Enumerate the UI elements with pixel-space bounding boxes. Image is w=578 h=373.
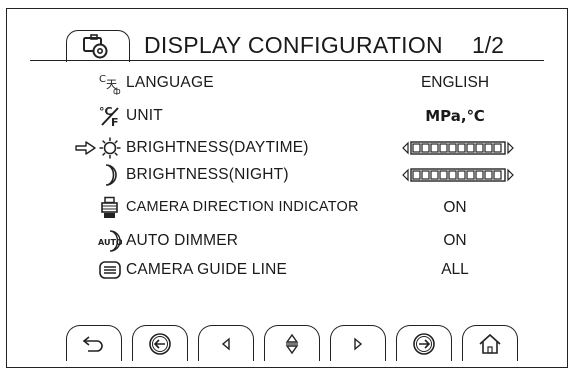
menu-row-brightness-night[interactable]: BRIGHTNESS(NIGHT): [0, 163, 578, 189]
guide-line-icon: [99, 261, 121, 279]
menu-row-camera-guide-line[interactable]: CAMERA GUIDE LINE ALL: [0, 258, 578, 284]
slider-segment: [412, 143, 421, 153]
title-rule: [30, 60, 544, 61]
menu-label: CAMERA GUIDE LINE: [126, 261, 288, 278]
menu-row-camera-direction-indicator[interactable]: CAMERA DIRECTION INDICATOR ON: [0, 196, 578, 222]
slider-segment: [475, 143, 484, 153]
slider-segment: [484, 143, 493, 153]
language-icon: C 天 ф: [99, 74, 121, 95]
softkey-left[interactable]: [198, 325, 254, 361]
slider-segment: [493, 143, 502, 153]
page-number: 1/2: [472, 32, 504, 58]
home-icon: [479, 333, 501, 354]
menu-value: ALL: [441, 261, 469, 278]
moon-icon: [105, 164, 117, 186]
softkey-back[interactable]: [66, 325, 122, 361]
sun-icon: [99, 137, 121, 159]
slider-segment: [412, 170, 421, 180]
menu-label: AUTO DIMMER: [126, 232, 239, 249]
menu-value: MPa,℃: [425, 107, 485, 125]
display-configuration-screen: DISPLAY CONFIGURATION 1/2 C 天 ф LANGUAGE…: [0, 0, 578, 373]
svg-text:ф: ф: [113, 87, 121, 95]
slider-segment: [439, 170, 448, 180]
slider-segment: [430, 143, 439, 153]
slider-segment: [430, 170, 439, 180]
slider-segment: [421, 170, 430, 180]
softkey-up-down[interactable]: [264, 325, 320, 361]
menu-label: UNIT: [126, 107, 163, 124]
slider-segment: [457, 143, 466, 153]
menu-value: ENGLISH: [420, 74, 490, 91]
slider-segment: [448, 170, 457, 180]
menu-row-brightness-daytime[interactable]: BRIGHTNESS(DAYTIME): [0, 136, 578, 162]
auto-dimmer-icon: AUTO: [98, 230, 122, 252]
svg-text:AUTO: AUTO: [98, 238, 122, 247]
right-arrow-icon: [354, 337, 363, 351]
camera-icon: [101, 196, 118, 218]
menu-label: LANGUAGE: [126, 74, 214, 91]
display-settings-icon: [83, 34, 108, 59]
selection-pointer-icon: [75, 141, 96, 155]
next-page-icon: [413, 333, 435, 355]
softkey-next-page[interactable]: [396, 325, 452, 361]
brightness-night-slider[interactable]: [402, 168, 514, 182]
unit-icon: °C F: [99, 105, 119, 128]
softkey-home[interactable]: [462, 325, 518, 361]
softkey-previous-page[interactable]: [132, 325, 188, 361]
back-icon: [82, 336, 103, 352]
left-arrow-icon: [221, 337, 230, 351]
page-title: DISPLAY CONFIGURATION: [144, 32, 443, 58]
menu-row-auto-dimmer[interactable]: AUTO AUTO DIMMER ON: [0, 229, 578, 255]
menu-value: ON: [443, 199, 467, 216]
menu-row-language[interactable]: C 天 ф LANGUAGE ENGLISH: [0, 71, 578, 97]
slider-segment: [448, 143, 457, 153]
svg-text:F: F: [111, 116, 119, 128]
softkey-right[interactable]: [330, 325, 386, 361]
up-down-icon: [285, 333, 299, 355]
menu-label: CAMERA DIRECTION INDICATOR: [126, 199, 359, 215]
previous-page-icon: [149, 333, 171, 355]
slider-segment: [439, 143, 448, 153]
slider-segment: [457, 170, 466, 180]
slider-segment: [466, 143, 475, 153]
menu-row-unit[interactable]: °C F UNIT MPa,℃: [0, 104, 578, 130]
slider-segment: [475, 170, 484, 180]
slider-segment: [421, 143, 430, 153]
menu-label: BRIGHTNESS(DAYTIME): [126, 139, 309, 156]
brightness-daytime-slider[interactable]: [402, 141, 514, 155]
slider-segment: [466, 170, 475, 180]
menu-label: BRIGHTNESS(NIGHT): [126, 166, 289, 183]
menu-value: ON: [443, 232, 467, 249]
slider-segment: [493, 170, 502, 180]
slider-segment: [484, 170, 493, 180]
svg-text:C: C: [99, 74, 106, 85]
